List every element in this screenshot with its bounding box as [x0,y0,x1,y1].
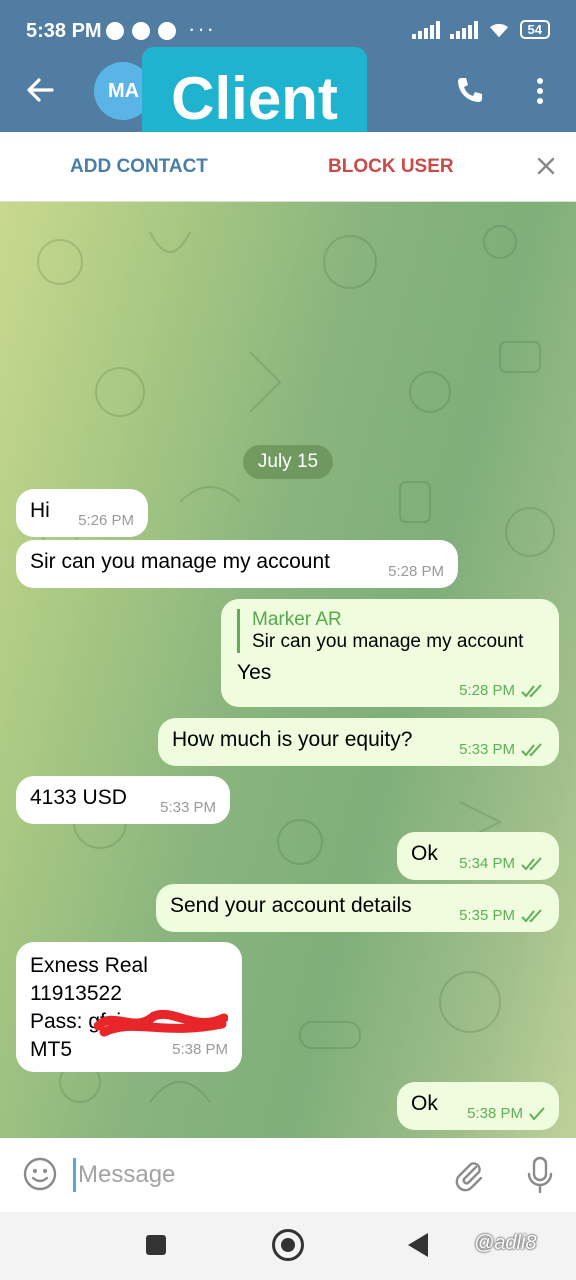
message-text: Ok [411,842,438,865]
chat-area[interactable]: July 15 Hi 5:26 PM Sir can you manage my… [0,202,576,1138]
more-vertical-icon[interactable] [532,76,548,106]
notification-icon [158,22,176,40]
emoji-icon[interactable] [22,1156,58,1192]
system-nav-bar: @adli8 [0,1212,576,1280]
more-notifications-indicator: ··· [188,16,216,41]
notification-icon [132,22,150,40]
client-label-overlay: Client [142,47,367,141]
attach-icon[interactable] [452,1158,486,1192]
message-time: 5:33 PM [160,799,216,816]
message-time: 5:34 PM [459,855,515,872]
wifi-icon [489,23,508,37]
watermark: @adli8 [474,1232,537,1254]
message-text: Send your account details [170,894,412,917]
message-text: Sir can you manage my account [30,550,330,573]
sent-check-icon [529,1106,545,1121]
message-text: Hi [30,499,50,522]
message-input[interactable] [78,1156,378,1194]
back-arrow-icon[interactable] [24,74,56,106]
read-double-check-icon [521,742,542,756]
notification-icon [106,22,124,40]
reply-quote[interactable]: Marker AR Sir can you manage my account [237,609,545,653]
phone-icon[interactable] [454,74,486,106]
message-meta: 5:26 PM [78,512,134,529]
message-time: 5:38 PM [172,1041,228,1058]
message-bubble-outgoing[interactable]: Send your account details 5:35 PM [156,884,559,932]
message-bubble-incoming[interactable]: 4133 USD 5:33 PM [16,776,230,824]
message-text: Ok [411,1092,438,1115]
reply-author: Marker AR [252,609,342,630]
message-meta: 5:35 PM [459,907,545,924]
back-button[interactable] [408,1233,428,1257]
text-cursor [73,1158,76,1192]
read-double-check-icon [521,908,542,922]
notification-icons [106,22,176,40]
message-time: 5:28 PM [388,563,444,580]
message-meta: 5:38 PM [467,1105,545,1122]
message-bubble-outgoing[interactable]: Marker AR Sir can you manage my account … [221,599,559,707]
date-chip: July 15 [243,445,333,479]
battery-icon: 54 [519,20,550,39]
message-bubble-incoming[interactable]: Sir can you manage my account 5:28 PM [16,540,458,588]
message-text: How much is your equity? [172,728,413,751]
close-icon[interactable] [536,156,556,176]
read-double-check-icon [521,856,542,870]
message-time: 5:26 PM [78,512,134,529]
recent-apps-button[interactable] [146,1235,166,1255]
message-text: Yes [237,661,272,684]
status-right: 54 [411,20,550,39]
signal-icon [411,20,440,39]
home-button[interactable] [272,1229,304,1261]
message-bubble-outgoing[interactable]: Ok 5:34 PM [397,832,559,880]
message-bubble-outgoing[interactable]: How much is your equity? 5:33 PM [158,718,559,766]
contact-action-bar: ADD CONTACT BLOCK USER [0,132,576,202]
top-bar: 5:38 PM ··· 54 MA Client [0,0,576,141]
message-meta: 5:33 PM [160,799,216,816]
message-line: Exness Real [30,954,148,977]
read-double-check-icon [521,683,542,697]
reply-text: Sir can you manage my account [252,631,524,652]
message-bubble-incoming[interactable]: Hi 5:26 PM [16,489,148,537]
status-time: 5:38 PM [26,20,102,42]
message-meta: 5:33 PM [459,741,545,758]
message-time: 5:35 PM [459,907,515,924]
message-meta: 5:28 PM [459,682,545,699]
message-meta: 5:34 PM [459,855,545,872]
message-time: 5:38 PM [467,1105,523,1122]
block-user-button[interactable]: BLOCK USER [328,156,454,178]
message-input-bar [0,1138,576,1212]
message-meta: 5:38 PM [172,1036,228,1064]
microphone-icon[interactable] [526,1156,554,1194]
message-bubble-outgoing[interactable]: Ok 5:38 PM [397,1082,559,1130]
message-text: 4133 USD [30,786,127,809]
message-time: 5:33 PM [459,741,515,758]
signal-icon [449,20,478,39]
redaction-scribble [94,1009,228,1037]
add-contact-button[interactable]: ADD CONTACT [70,156,208,178]
message-time: 5:28 PM [459,682,515,699]
message-meta: 5:28 PM [388,563,444,580]
